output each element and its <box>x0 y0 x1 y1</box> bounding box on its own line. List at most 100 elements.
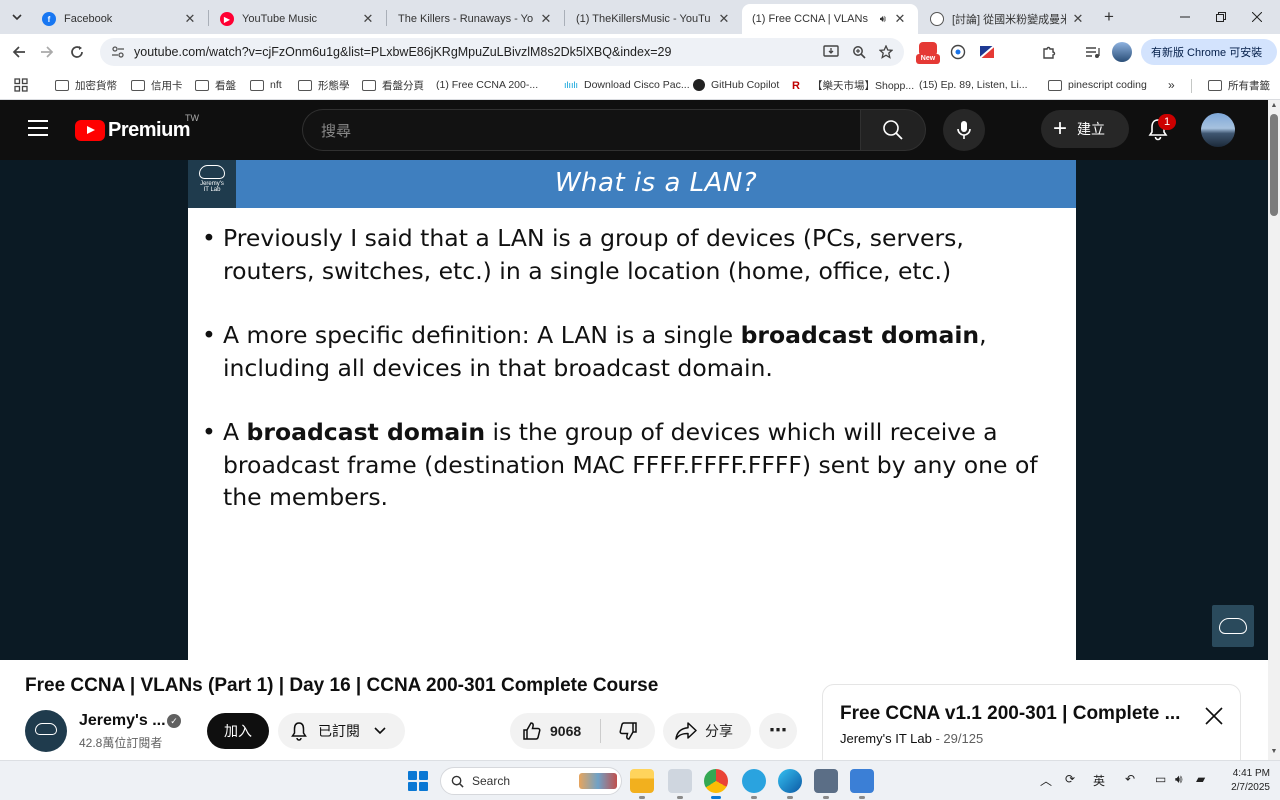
tab-free-ccna[interactable]: (1) Free CCNA | VLANs 🔊︎ ✕ <box>742 4 918 114</box>
bookmark-folder[interactable]: 形態學 <box>298 77 350 93</box>
search-button[interactable] <box>860 109 926 151</box>
calculator-icon[interactable] <box>814 769 838 799</box>
logo-line: IT Lab <box>203 187 221 193</box>
channel-name[interactable]: Jeremy's ... <box>79 712 166 730</box>
scroll-down-arrow-icon[interactable]: ▼ <box>1270 748 1278 756</box>
bookmark-folder[interactable]: pinescript coding <box>1048 77 1147 93</box>
network-icon[interactable]: ▭ <box>1155 772 1166 786</box>
tab-divider <box>208 10 209 26</box>
file-explorer-icon[interactable] <box>630 769 654 799</box>
scroll-thumb[interactable] <box>1270 114 1278 216</box>
tab-youtube-music[interactable]: ▶ YouTube Music ✕ <box>210 4 386 34</box>
back-button[interactable] <box>6 39 32 65</box>
bookmark-star-icon[interactable] <box>877 43 895 61</box>
undo-icon[interactable]: ↶ <box>1125 772 1135 786</box>
tab-forum-thread[interactable]: [討論] 從國米粉變成曼米粉 ✕ <box>920 4 1096 34</box>
subscribed-button[interactable]: 已訂閱 <box>278 713 405 749</box>
install-app-icon[interactable] <box>822 43 840 61</box>
zoom-icon[interactable] <box>850 43 868 61</box>
chrome-icon[interactable] <box>704 769 728 799</box>
reload-button[interactable] <box>64 39 90 65</box>
playlist-position: 29/125 <box>943 731 984 746</box>
close-window-button[interactable] <box>1234 5 1280 29</box>
thumbs-up-icon <box>523 722 541 740</box>
new-tab-button[interactable]: + <box>1100 8 1118 26</box>
bookmark-folder[interactable]: 加密貨幣 <box>55 77 117 93</box>
update-chrome-button[interactable]: 有新版 Chrome 可安裝 <box>1141 39 1277 65</box>
close-playlist-button[interactable] <box>1203 707 1225 729</box>
page-scrollbar[interactable]: ▲ ▼ <box>1268 100 1280 760</box>
show-hidden-icons-chevron-icon[interactable]: ︿ <box>1040 772 1052 789</box>
app-icon[interactable] <box>668 769 692 799</box>
edge-icon[interactable] <box>778 769 802 799</box>
all-bookmarks-button[interactable]: 所有書籤 <box>1208 77 1270 93</box>
tracking-extension-icon[interactable] <box>949 43 967 61</box>
tab-search-button[interactable] <box>6 6 28 28</box>
media-control-icon[interactable] <box>1084 43 1102 61</box>
site-info-icon[interactable] <box>110 44 126 60</box>
rakuten-icon: R <box>792 79 800 92</box>
notepad-icon[interactable] <box>850 769 874 799</box>
account-avatar[interactable] <box>1201 113 1235 147</box>
search-label: Search <box>472 774 511 788</box>
taskbar-search[interactable]: Search <box>440 767 622 795</box>
bookmark-folder[interactable]: 看盤分頁 <box>362 77 424 93</box>
shopping-extension-icon[interactable]: New <box>916 40 940 64</box>
join-button[interactable]: 加入 <box>207 713 269 749</box>
scroll-up-arrow-icon[interactable]: ▲ <box>1270 102 1278 110</box>
sync-icon[interactable]: ⟳ <box>1065 772 1075 786</box>
dislike-button[interactable] <box>601 713 655 749</box>
bookmark-link[interactable]: R 【樂天市場】Shopp... <box>792 77 914 93</box>
bookmark-link[interactable]: GitHub Copilot <box>693 77 779 93</box>
extensions-puzzle-icon[interactable] <box>1040 43 1058 61</box>
flag-extension-icon[interactable] <box>978 43 996 61</box>
bookmark-link[interactable]: (15) Ep. 89, Listen, Li... <box>919 77 1028 187</box>
bookmark-link[interactable]: (1) Free CCNA 200-... <box>436 77 538 187</box>
slide-bullets: Previously I said that a LAN is a group … <box>202 222 1062 546</box>
jeremys-it-lab-logo: Jeremy's IT Lab <box>188 160 236 208</box>
battery-icon[interactable]: ▰ <box>1196 772 1205 786</box>
close-icon[interactable]: ✕ <box>716 11 732 27</box>
playlist-title[interactable]: Free CCNA v1.1 200-301 | Complete ... <box>840 703 1185 725</box>
tab-killers-runaways[interactable]: The Killers - Runaways - Yo ✕ <box>388 4 564 114</box>
system-clock[interactable]: 4:41 PM 2/7/2025 <box>1218 767 1270 795</box>
playlist-owner[interactable]: Jeremy's IT Lab <box>840 731 932 746</box>
youtube-premium-logo[interactable]: Premium TW <box>75 113 199 142</box>
start-button[interactable] <box>408 771 428 791</box>
profile-avatar[interactable] <box>1112 42 1132 62</box>
close-icon[interactable]: ✕ <box>892 11 908 27</box>
bookmark-link[interactable]: ılıılı Download Cisco Pac... <box>564 77 690 93</box>
close-icon[interactable]: ✕ <box>538 11 554 27</box>
channel-avatar[interactable] <box>25 710 67 752</box>
bookmark-label: pinescript coding <box>1068 79 1147 91</box>
voice-search-button[interactable] <box>943 109 985 151</box>
create-button[interactable]: + 建立 <box>1041 110 1129 148</box>
telegram-icon[interactable] <box>742 769 766 799</box>
channel-watermark[interactable] <box>1212 605 1254 647</box>
youtube-music-icon: ▶ <box>220 12 234 26</box>
input-method-indicator[interactable]: 英 <box>1093 772 1105 789</box>
menu-icon[interactable] <box>28 120 48 136</box>
speaker-icon[interactable]: 🔊︎ <box>880 14 886 25</box>
tab-facebook[interactable]: f Facebook ✕ <box>32 4 208 34</box>
close-icon[interactable]: ✕ <box>1070 11 1086 27</box>
volume-icon[interactable]: 🔊︎ <box>1175 772 1183 787</box>
bookmark-label: GitHub Copilot <box>711 79 780 91</box>
bookmark-folder[interactable]: 看盤 <box>195 77 236 93</box>
bookmark-folder[interactable]: nft <box>250 77 282 93</box>
close-icon[interactable]: ✕ <box>360 11 376 27</box>
like-button[interactable]: 9068 <box>510 713 600 749</box>
address-bar[interactable]: youtube.com/watch?v=cjFzOnm6u1g&list=PLx… <box>100 38 904 66</box>
search-input[interactable]: 搜尋 <box>302 109 860 151</box>
bookmark-folder[interactable]: 信用卡 <box>131 77 183 93</box>
bookmarks-overflow-button[interactable]: » <box>1168 78 1175 92</box>
close-icon[interactable]: ✕ <box>182 11 198 27</box>
apps-grid-button[interactable] <box>14 77 28 93</box>
forward-button[interactable] <box>34 39 60 65</box>
slide-bullet: Previously I said that a LAN is a group … <box>202 222 1062 287</box>
tab-title: Facebook <box>64 13 113 25</box>
share-button[interactable]: 分享 <box>663 713 751 749</box>
more-actions-button[interactable]: ⋯ <box>759 713 797 749</box>
tab-killers-music[interactable]: (1) TheKillersMusic - YouTu ✕ <box>566 4 742 114</box>
video-player[interactable]: Jeremy's IT Lab What is a LAN? Previousl… <box>0 160 1268 660</box>
